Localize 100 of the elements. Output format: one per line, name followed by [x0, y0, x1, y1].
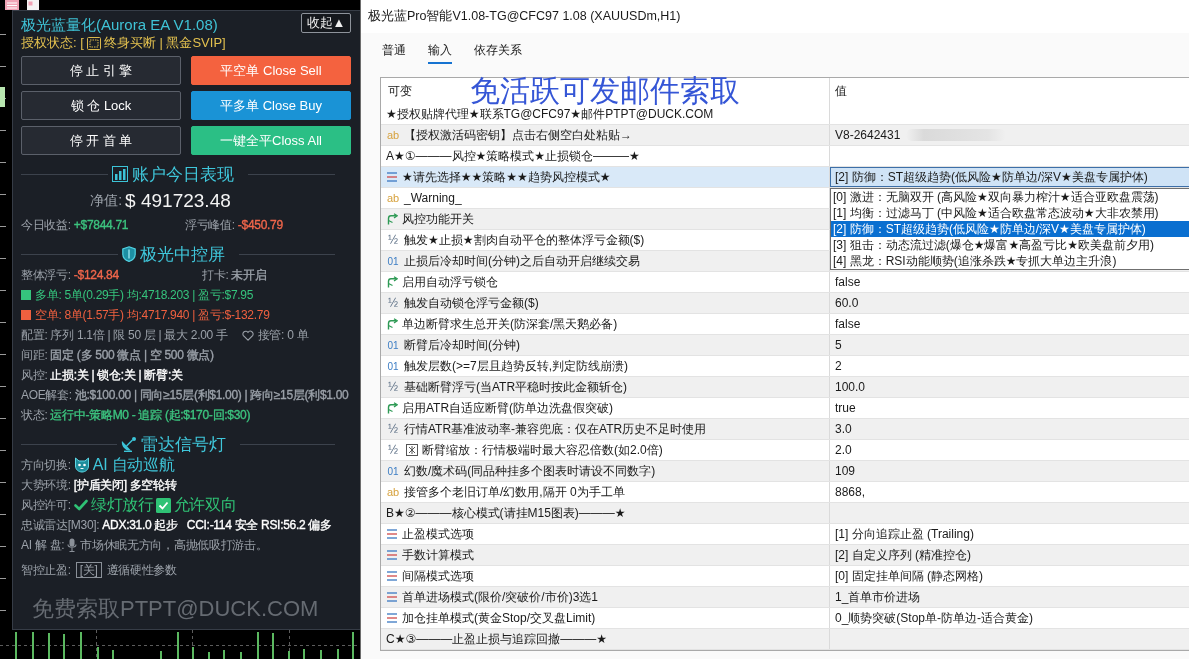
param-value: V8-2642431 — [835, 128, 901, 142]
param-name: 启用ATR自适应断臂(防单边洗盘假突破) — [402, 399, 614, 417]
tab[interactable]: 普通 — [382, 38, 406, 64]
table-row[interactable]: ½ 基础断臂浮亏(当ATR平稳时按此金额斩仓) 100.0 — [381, 377, 1189, 398]
section-title: 雷达信号灯 — [140, 433, 226, 456]
field-label: 打卡: — [202, 266, 229, 284]
type-tag: 01 — [386, 465, 400, 477]
tab[interactable]: 输入 — [428, 38, 452, 64]
action-button[interactable]: 停 开 首 单 — [21, 126, 181, 155]
field-value: 止损:关 | 锁仓:关 | 断臂:关 — [50, 366, 183, 384]
type-tag: ½ — [386, 422, 400, 436]
table-row[interactable]: 手数计算模式 [2] 自定义序列 (精准控仓) — [381, 545, 1189, 566]
field-label: 方向切换: — [21, 456, 71, 474]
field-label: AI 解 盘: — [21, 536, 65, 554]
list-lines-icon — [386, 549, 398, 561]
dropdown-option[interactable]: [2] 防御：ST超级趋势(低风险★防单边/深V★美盘专属护体) — [831, 221, 1189, 237]
field-label: AOE解套: — [21, 386, 72, 404]
table-row[interactable]: B★②———核心模式(请挂M15图表)———★ — [381, 503, 1189, 524]
position-summary: 多单: 5单(0.29手) 均:4718.203 | 盈亏:$7.95 — [35, 286, 254, 304]
position-summary: 空单: 8单(1.57手) 均:4717.940 | 盈亏:$-132.79 — [35, 306, 270, 324]
shield-icon — [121, 246, 136, 262]
param-name: _Warning_ — [404, 191, 462, 205]
type-tag: ½ — [386, 380, 400, 394]
table-row[interactable]: C★③———止盈止损与追踪回撤———★ — [381, 629, 1189, 650]
window-icon[interactable] — [27, 0, 39, 10]
list-lines-icon — [386, 528, 398, 540]
param-name: 接管多个老旧订单/幻数用,隔开 0为手工单 — [404, 483, 625, 501]
commentary-text: 市场休眠无方向，高抛低吸打游击。 — [80, 536, 268, 554]
table-row[interactable]: ½ 断臂缩放：行情极端时最大容忍倍数(如2.0倍) 2.0 — [381, 440, 1189, 461]
table-row[interactable]: 止盈模式选项 [1] 分向追踪止盈 (Trailing) — [381, 524, 1189, 545]
dropdown-select[interactable]: [2] 防御：ST超级趋势(低风险★防单边/深V★美盘专属护体) — [830, 167, 1189, 187]
param-name: 加仓挂单模式(黄金Stop/交叉盘Limit) — [402, 609, 596, 627]
param-name: C★③———止盈止损与追踪回撤———★ — [386, 630, 607, 648]
table-row[interactable]: ½ 行情ATR基准波动率-兼容兜底：仅在ATR历史不足时使用 3.0 — [381, 419, 1189, 440]
equity-value: $ 491723.48 — [125, 190, 231, 212]
table-row[interactable]: 单边断臂求生总开关(防深套/黑天鹅必备) false — [381, 314, 1189, 335]
table-row[interactable]: 01 触发层数(>=7层且趋势反转,判定防线崩溃) 2 — [381, 356, 1189, 377]
satellite-dish-icon — [120, 436, 137, 452]
table-row[interactable]: 启用自动浮亏锁仓 false — [381, 272, 1189, 293]
dropdown-option[interactable]: [3] 狙击：动态流过滤(爆仓★爆富★高盈亏比★欧美盘前夕用) — [831, 237, 1189, 253]
field-value: 遵循硬性参数 — [106, 561, 177, 579]
type-tag: ab — [386, 192, 400, 204]
branch-arrow-icon — [386, 213, 398, 225]
table-row[interactable]: 首单进场模式(限价/突破价/市价)3选1 1_首单市价进场 — [381, 587, 1189, 608]
config-summary: 配置: 序列 1.1倍 | 限 50 层 | 最大 2.00 手 — [21, 326, 228, 344]
table-row[interactable]: 启用ATR自适应断臂(防单边洗盘假突破) true — [381, 398, 1189, 419]
field-label: 智控止盈: — [21, 561, 71, 579]
type-tag: ½ — [386, 443, 400, 457]
stat-value: -$450.79 — [237, 218, 283, 232]
dropdown-option[interactable]: [1] 均衡：过滤马丁 (中风险★适合欧盘常态波动★大非农禁用) — [831, 205, 1189, 221]
permit-label: 绿灯放行 — [90, 494, 154, 515]
table-row[interactable]: 01 幻数/魔术码(同品种挂多个图表时请设不同数字) 109 — [381, 461, 1189, 482]
list-icon[interactable] — [5, 0, 19, 10]
list-lines-icon — [386, 171, 398, 183]
table-row[interactable]: 01 断臂后冷却时间(分钟) 5 — [381, 335, 1189, 356]
param-value: false — [835, 275, 861, 289]
table-row[interactable]: A★①———风控★策略模式★止损锁仓———★ — [381, 146, 1189, 167]
param-name: 断臂缩放：行情极端时最大容忍倍数(如2.0倍) — [422, 441, 663, 459]
table-row[interactable]: ab 接管多个老旧订单/幻数用,隔开 0为手工单 8868, — [381, 482, 1189, 503]
param-value: 100.0 — [835, 380, 866, 394]
param-name: ★请先选择★★策略★★趋势风控模式★ — [402, 168, 611, 186]
table-row[interactable]: 加仓挂单模式(黄金Stop/交叉盘Limit) 0_顺势突破(Stop单-防单边-适合黄金) — [381, 608, 1189, 629]
param-name: 基础断臂浮亏(当ATR平稳时按此金额斩仓) — [404, 378, 628, 396]
param-value: 60.0 — [835, 296, 859, 310]
list-lines-icon — [386, 570, 398, 582]
param-value: true — [835, 401, 856, 415]
param-name: ★授权贴牌代理★联系TG@CFC97★邮件PTPT@DUCK.COM — [386, 105, 714, 123]
list-lines-icon — [386, 612, 398, 624]
type-tag: ½ — [386, 296, 400, 310]
panel-title: 极光蓝量化(Aurora EA V1.08) — [21, 15, 218, 35]
field-label: 风控: — [21, 366, 48, 384]
param-value: 0_顺势突破(Stop单-防单边-适合黄金) — [835, 609, 1034, 627]
column-header: 可变 — [388, 82, 412, 100]
type-tag: ab — [386, 129, 400, 141]
field-value: 固定 (多 500 微点 | 空 500 微点) — [50, 346, 214, 364]
param-name: 手数计算模式 — [402, 546, 474, 564]
action-button[interactable]: 停 止 引 擎 — [21, 56, 181, 85]
type-tag: 01 — [386, 255, 400, 267]
tab[interactable]: 依存关系 — [474, 38, 522, 64]
dropdown-option[interactable]: [0] 激进：无脑双开 (高风险★双向暴力榨汁★适合亚欧盘震荡) — [831, 189, 1189, 205]
branch-arrow-icon — [386, 276, 398, 288]
param-value: 1_首单市价进场 — [835, 588, 921, 606]
dropdown-option[interactable]: [4] 黑龙：RSI动能顺势(追涨杀跌★专抓大单边主升浪) — [831, 253, 1189, 269]
param-name: 触发层数(>=7层且趋势反转,判定防线崩溃) — [404, 357, 628, 375]
param-value: 2 — [835, 359, 842, 373]
type-tag: ab — [386, 486, 400, 498]
list-lines-icon — [386, 591, 398, 603]
table-row[interactable]: ab 【授权激活码密钥】点击右侧空白处粘贴→ V8-2642431 — [381, 125, 1189, 146]
type-tag: 01 — [386, 339, 400, 351]
param-name: 止损后冷却时间(分钟)之后自动开启继续交易 — [404, 252, 640, 270]
param-name: 止盈模式选项 — [402, 525, 474, 543]
param-value: 3.0 — [835, 422, 852, 436]
stat-value: 未开启 — [231, 266, 267, 284]
table-row[interactable]: ★授权贴牌代理★联系TG@CFC97★邮件PTPT@DUCK.COM — [381, 104, 1189, 125]
action-button[interactable]: 锁 仓 Lock — [21, 91, 181, 120]
table-row[interactable]: 间隔模式选项 [0] 固定挂单间隔 (静态网格) — [381, 566, 1189, 587]
collapse-button[interactable]: 收起▲ — [301, 13, 351, 33]
field-label: 状态: — [21, 406, 48, 424]
param-value: 8868, — [835, 485, 866, 499]
table-row[interactable]: ½ 触发自动锁仓浮亏金额($) 60.0 — [381, 293, 1189, 314]
